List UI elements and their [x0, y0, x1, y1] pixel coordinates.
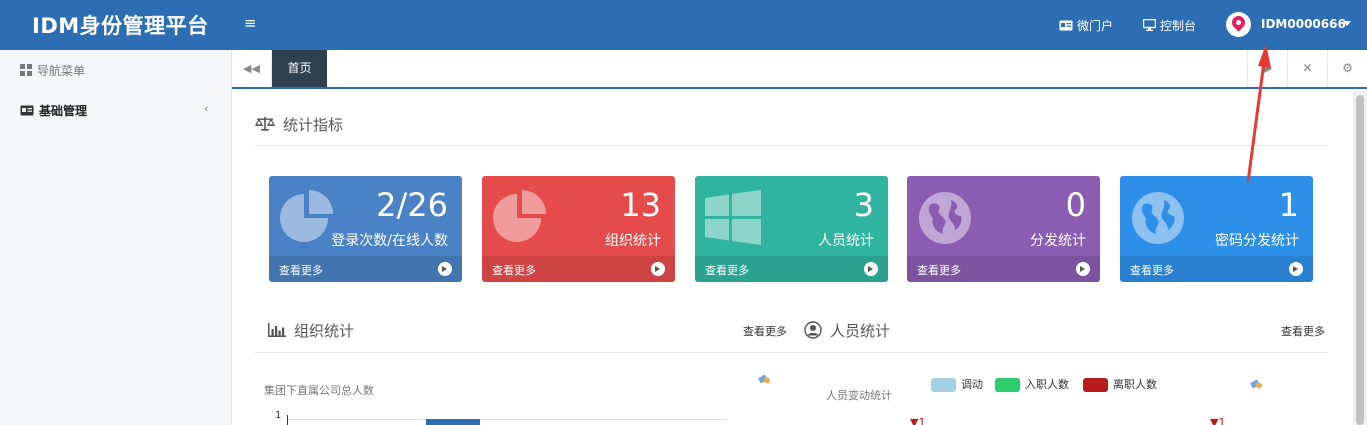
legend-swatch — [995, 378, 1020, 392]
org-view-more-link[interactable]: 查看更多 — [743, 323, 787, 339]
arrow-circle-right-icon[interactable] — [438, 262, 452, 276]
refresh-chart-icon[interactable] — [758, 372, 772, 389]
arrow-circle-right-icon[interactable] — [651, 262, 665, 276]
grid-icon — [20, 64, 32, 79]
stat-card-distribution[interactable]: 0 分发统计 查看更多 — [907, 176, 1100, 282]
card-footer[interactable]: 查看更多 — [482, 256, 675, 282]
stat-card-logins[interactable]: 2/26 登录次数/在线人数 查看更多 — [269, 176, 462, 282]
stat-label: 组织统计 — [605, 233, 661, 249]
user-circle-icon — [804, 320, 822, 343]
arrow-circle-right-icon[interactable] — [1289, 262, 1303, 276]
console-link[interactable]: 控制台 — [1142, 17, 1197, 34]
person-title-label: 人员统计 — [830, 322, 891, 340]
console-label: 控制台 — [1160, 19, 1197, 33]
nav-menu-title-label: 导航菜单 — [37, 64, 86, 78]
legend-item-transfer[interactable]: 调动 — [931, 376, 983, 392]
sidebar-item-basic-management[interactable]: 基础管理 — [20, 102, 87, 119]
stats-section-title: 统计指标 — [254, 114, 344, 135]
person-chart-bar-label: ▼1 — [910, 416, 926, 425]
arrow-circle-right-icon[interactable] — [1076, 262, 1090, 276]
legend-swatch — [1083, 378, 1108, 392]
view-more-link[interactable]: 查看更多 — [492, 262, 536, 278]
stat-label: 人员统计 — [818, 233, 874, 249]
legend-label: 离职人数 — [1113, 378, 1157, 391]
charts-divider — [255, 352, 1328, 353]
tab-bar: ◀◀ 首页 ▶ ✕ ⚙ — [232, 50, 1367, 89]
card-footer[interactable]: 查看更多 — [269, 256, 462, 282]
balance-scale-icon — [254, 116, 276, 135]
legend-swatch — [931, 378, 956, 392]
org-chart-axis-tick: 1 — [275, 410, 282, 421]
legend-item-hires[interactable]: 入职人数 — [995, 376, 1069, 392]
fullscreen-button[interactable]: ✕ — [1287, 50, 1327, 87]
stat-label: 密码分发统计 — [1215, 233, 1299, 249]
menu-toggle-button[interactable]: ≡ — [244, 14, 257, 32]
tab-scroll-right-button[interactable]: ▶ — [1247, 50, 1287, 87]
location-pin-icon — [1229, 13, 1248, 32]
legend-item-departures[interactable]: 离职人数 — [1083, 376, 1157, 392]
sidebar: 导航菜单 基础管理 ‹ — [0, 50, 232, 425]
stat-label: 分发统计 — [1030, 233, 1086, 249]
card-footer[interactable]: 查看更多 — [695, 256, 888, 282]
globe-icon — [1128, 188, 1188, 251]
tab-scroll-left-button[interactable]: ◀◀ — [232, 50, 272, 87]
micro-portal-link[interactable]: 微门户 — [1059, 17, 1113, 34]
person-chart-bar-label: ▼1 — [1210, 416, 1226, 425]
org-chart-bar[interactable] — [426, 419, 480, 425]
id-card-icon — [20, 105, 34, 119]
caret-down-icon[interactable] — [1343, 21, 1351, 26]
view-more-link[interactable]: 查看更多 — [1130, 262, 1174, 278]
tab-home[interactable]: 首页 — [272, 50, 327, 87]
pie-chart-icon — [277, 188, 337, 251]
sidebar-item-label: 基础管理 — [39, 104, 88, 118]
monitor-icon — [1142, 18, 1157, 34]
person-view-more-link[interactable]: 查看更多 — [1281, 323, 1325, 339]
arrow-circle-right-icon[interactable] — [864, 262, 878, 276]
stats-divider — [255, 145, 1328, 146]
legend-label: 入职人数 — [1025, 378, 1069, 391]
org-chart-title: 集团下直属公司总人数 — [264, 384, 374, 397]
stat-value: 13 — [620, 186, 661, 224]
org-section-title: 组织统计 — [268, 320, 354, 341]
refresh-chart-icon[interactable] — [1250, 377, 1264, 394]
stat-value: 3 — [853, 186, 874, 224]
settings-button[interactable]: ⚙ — [1327, 50, 1367, 87]
card-footer[interactable]: 查看更多 — [1120, 256, 1313, 282]
view-more-link[interactable]: 查看更多 — [705, 262, 749, 278]
bar-chart-icon — [268, 322, 286, 341]
vertical-scrollbar[interactable] — [1353, 91, 1367, 425]
person-section-title: 人员统计 — [804, 320, 890, 343]
user-avatar[interactable] — [1226, 12, 1251, 37]
app-title: IDM身份管理平台 — [32, 14, 209, 38]
chevron-left-icon[interactable]: ‹ — [204, 102, 208, 115]
user-name[interactable]: IDM0000666 — [1261, 17, 1346, 31]
stat-value: 1 — [1278, 186, 1299, 224]
stat-card-password-distribution[interactable]: 1 密码分发统计 查看更多 — [1120, 176, 1313, 282]
windows-icon — [703, 188, 763, 251]
person-chart-title: 人员变动统计 — [826, 389, 892, 402]
micro-portal-label: 微门户 — [1077, 19, 1114, 33]
stat-card-organization[interactable]: 13 组织统计 查看更多 — [482, 176, 675, 282]
nav-menu-title: 导航菜单 — [20, 62, 85, 79]
top-header: IDM身份管理平台 ≡ 微门户 控制台 IDM0000666 — [0, 0, 1367, 50]
stat-value: 0 — [1065, 186, 1086, 224]
view-more-link[interactable]: 查看更多 — [279, 262, 323, 278]
stat-label: 登录次数/在线人数 — [331, 233, 448, 249]
org-chart-y-axis — [287, 415, 288, 425]
globe-icon — [915, 188, 975, 251]
id-card-icon — [1059, 20, 1073, 34]
view-more-link[interactable]: 查看更多 — [917, 262, 961, 278]
stat-card-personnel[interactable]: 3 人员统计 查看更多 — [695, 176, 888, 282]
card-footer[interactable]: 查看更多 — [907, 256, 1100, 282]
stats-title-label: 统计指标 — [283, 116, 344, 134]
stat-value: 2/26 — [376, 186, 448, 224]
legend-label: 调动 — [961, 378, 983, 391]
pie-chart-icon — [490, 188, 550, 251]
org-chart-gridline — [287, 419, 727, 420]
org-title-label: 组织统计 — [294, 322, 355, 340]
scrollbar-thumb[interactable] — [1356, 95, 1364, 425]
